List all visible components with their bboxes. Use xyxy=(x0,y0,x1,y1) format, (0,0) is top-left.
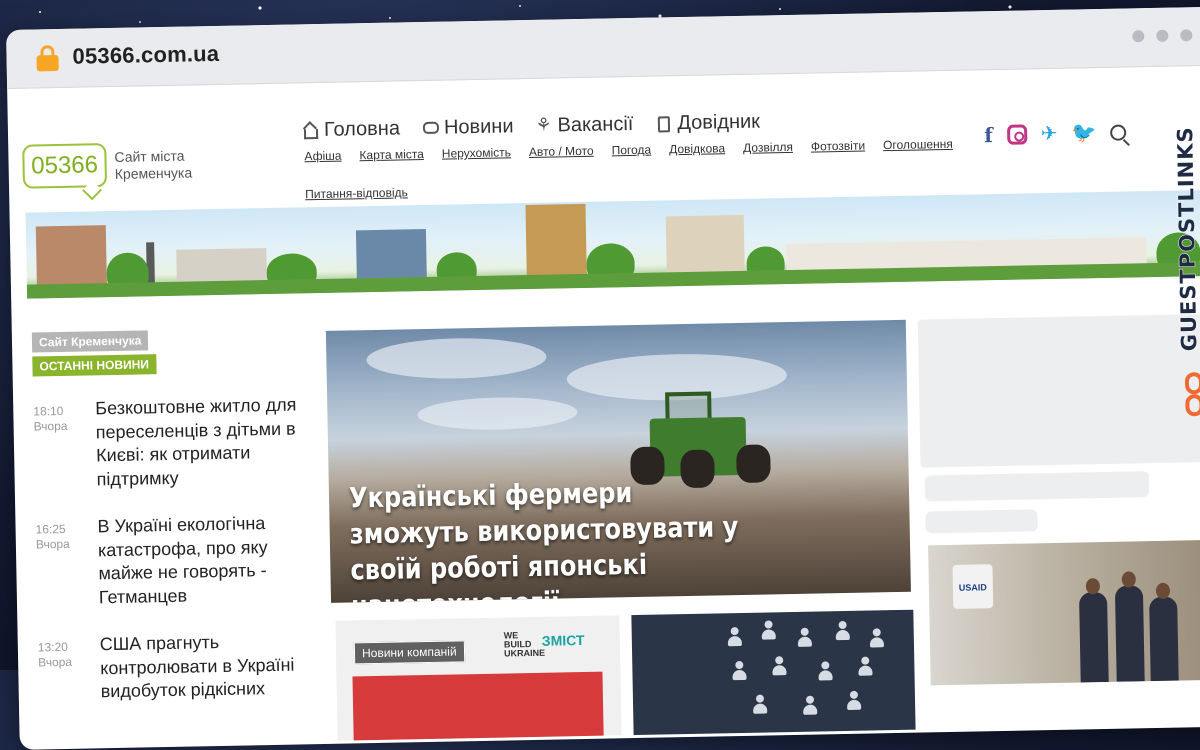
url-text[interactable]: 05366.com.ua xyxy=(72,41,219,70)
we-build-ukraine-logo: WE BUILD UKRAINE xyxy=(503,630,546,659)
news-item[interactable]: 13:20 Вчора США прагнуть контролювати в У… xyxy=(38,629,308,701)
news-time: 13:20 Вчора xyxy=(37,639,73,670)
main-navigation: Головна Новини Вакансії Довідник xyxy=(302,111,760,143)
instagram-icon[interactable] xyxy=(1006,123,1027,145)
search-icon[interactable] xyxy=(1110,124,1127,141)
nav-label: Довідник xyxy=(677,110,761,135)
subnav-leisure[interactable]: Дозвілля xyxy=(743,140,793,155)
nav-label: Головна xyxy=(323,117,401,141)
logo-caption: Сайт міста Кременчука xyxy=(114,147,193,182)
nav-news[interactable]: Новини xyxy=(422,115,514,140)
featured-article[interactable]: Українські фермери зможуть використовува… xyxy=(325,319,911,603)
subnav-auto[interactable]: Авто / Мото xyxy=(529,144,594,159)
news-title[interactable]: США прагнуть контролювати в Україні видо… xyxy=(100,629,306,703)
guestpostlinks-watermark: GUESTPOSTLINKS xyxy=(1171,126,1200,427)
subnav-photo-reports[interactable]: Фотозвіти xyxy=(811,139,865,154)
social-links: f ✈ 🐦 xyxy=(984,120,1127,148)
nav-directory[interactable]: Довідник xyxy=(655,111,760,136)
subnav-weather[interactable]: Погода xyxy=(612,143,652,158)
city-panorama-banner xyxy=(25,190,1200,299)
text-placeholder xyxy=(924,471,1150,502)
book-icon xyxy=(655,115,673,133)
usaid-news-image[interactable]: USAID xyxy=(928,540,1200,686)
nav-label: Вакансії xyxy=(557,112,634,137)
home-icon xyxy=(302,121,320,139)
window-menu-dots[interactable] xyxy=(1132,29,1193,43)
subnav-city-map[interactable]: Карта міста xyxy=(359,147,424,162)
text-placeholder xyxy=(925,509,1038,534)
nav-jobs[interactable]: Вакансії xyxy=(535,113,633,138)
subnav-reference[interactable]: Довідкова xyxy=(669,141,725,156)
usaid-sign: USAID xyxy=(952,564,994,609)
subnav-real-estate[interactable]: Нерухомість xyxy=(442,145,511,160)
subnav-classifieds[interactable]: Оголошення xyxy=(883,137,953,152)
featured-title[interactable]: Українські фермери зможуть використовува… xyxy=(349,473,756,603)
logo-number: 05366 xyxy=(30,151,99,180)
news-item[interactable]: 16:25 Вчора В Україні екологічна катастро… xyxy=(35,511,305,607)
news-title[interactable]: Безкоштовне житло для переселенців з діт… xyxy=(95,393,302,491)
website-content: 05366 Сайт міста Кременчука Головна Нови… xyxy=(7,65,1200,749)
lock-icon xyxy=(36,45,59,72)
news-time: 18:10 Вчора xyxy=(33,403,68,434)
news-title[interactable]: В Україні екологічна катастрофа, про яку… xyxy=(97,511,304,609)
news-time: 16:25 Вчора xyxy=(35,521,70,552)
link-icon xyxy=(1182,372,1200,420)
latest-news-tag[interactable]: ОСТАННІ НОВИНИ xyxy=(32,354,157,377)
network-article-card[interactable] xyxy=(631,609,916,736)
nav-label: Новини xyxy=(443,115,514,139)
site-tag[interactable]: Сайт Кременчука xyxy=(31,330,149,353)
chat-icon xyxy=(422,119,440,137)
company-news-card[interactable]: WE BUILD UKRAINE ЗМІСТ Новини компаній xyxy=(335,615,622,741)
job-icon xyxy=(535,117,553,135)
sub-navigation: Афіша Карта міста Нерухомість Авто / Мот… xyxy=(304,137,965,201)
twitter-icon[interactable]: 🐦 xyxy=(1071,120,1096,145)
news-item[interactable]: 18:10 Вчора Безкоштовне житло для пересел… xyxy=(33,393,303,488)
ad-placeholder xyxy=(917,314,1200,468)
browser-window: 05366.com.ua 05366 Сайт міста Кременчука… xyxy=(6,6,1200,750)
watermark-text: GUESTPOSTLINKS xyxy=(1173,126,1200,352)
facebook-icon[interactable]: f xyxy=(984,123,993,147)
subnav-qa[interactable]: Питання-відповідь xyxy=(305,185,408,201)
nav-home[interactable]: Головна xyxy=(302,117,400,142)
telegram-icon[interactable]: ✈ xyxy=(1041,121,1058,146)
subnav-afisha[interactable]: Афіша xyxy=(304,149,341,164)
company-news-badge[interactable]: Новини компаній xyxy=(353,640,465,665)
zmist-logo: ЗМІСТ xyxy=(541,632,585,649)
